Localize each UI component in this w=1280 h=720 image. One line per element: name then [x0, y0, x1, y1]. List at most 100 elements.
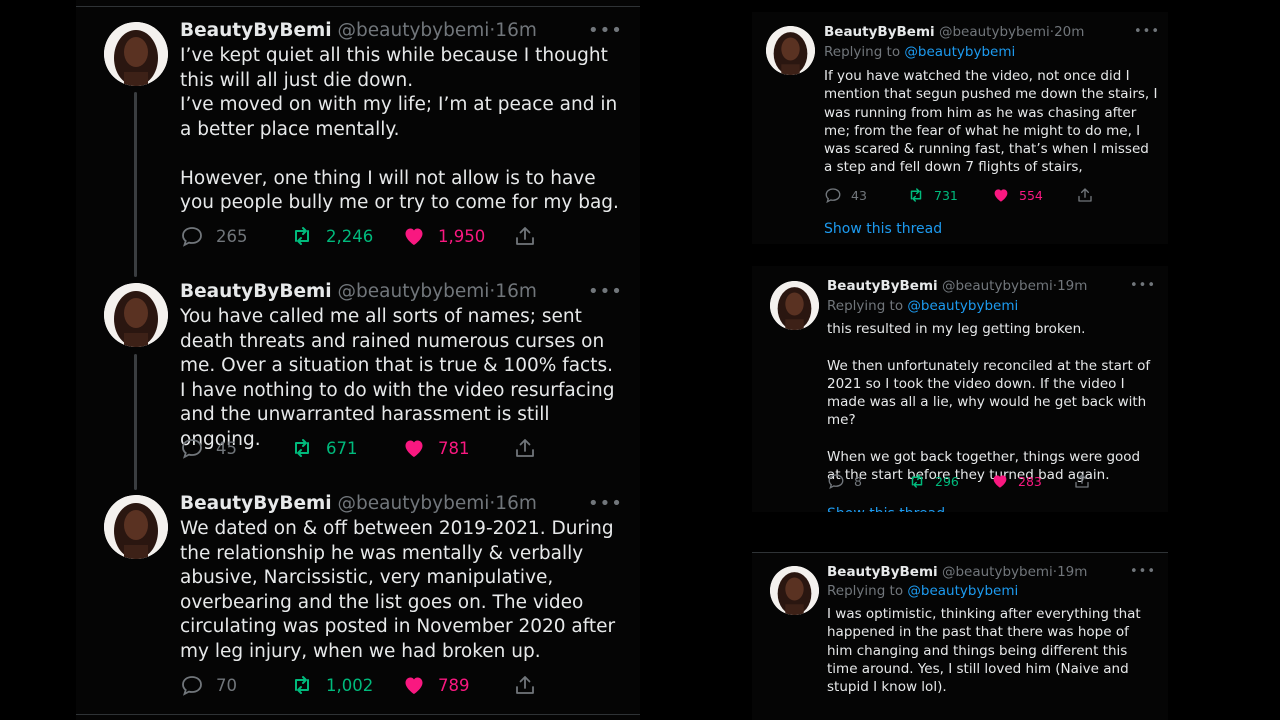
reply-button[interactable]: 43 — [824, 186, 867, 204]
replying-label: Replying to — [824, 44, 901, 60]
reply-icon — [825, 188, 841, 204]
timestamp[interactable]: 19m — [1057, 278, 1087, 294]
timestamp[interactable]: 16m — [495, 20, 537, 41]
display-name[interactable]: BeautyByBemi — [827, 564, 938, 580]
like-button[interactable]: 789 — [402, 673, 470, 697]
more-icon[interactable]: ••• — [588, 281, 623, 302]
like-count: 789 — [438, 675, 470, 695]
timestamp[interactable]: 16m — [495, 493, 537, 514]
tweet-header: BeautyByBemi @beautybybemi·16m — [180, 280, 537, 304]
tweet-header: BeautyByBemi @beautybybemi·19m — [827, 563, 1087, 581]
display-name[interactable]: BeautyByBemi — [180, 493, 332, 514]
more-icon[interactable]: ••• — [1130, 564, 1156, 579]
display-name[interactable]: BeautyByBemi — [180, 20, 332, 41]
avatar[interactable] — [104, 22, 168, 86]
retweet-icon — [911, 474, 923, 488]
retweet-icon — [295, 227, 309, 245]
replying-to: Replying to @beautybybemi — [824, 44, 1015, 60]
retweet-button[interactable]: 2,246 — [290, 224, 373, 248]
replying-label: Replying to — [827, 583, 904, 599]
avatar[interactable] — [770, 281, 819, 330]
reply-icon — [828, 474, 844, 490]
avatar[interactable] — [104, 495, 168, 559]
mention-link[interactable]: @beautybybemi — [904, 44, 1015, 60]
more-icon[interactable]: ••• — [1134, 24, 1160, 39]
like-button[interactable]: 554 — [992, 186, 1043, 204]
retweet-button[interactable]: 1,002 — [290, 673, 373, 697]
timestamp[interactable]: 16m — [495, 281, 537, 302]
heart-icon — [993, 475, 1007, 488]
user-handle[interactable]: @beautybybemi — [942, 564, 1053, 580]
like-button[interactable]: 283 — [991, 472, 1042, 490]
share-button[interactable] — [513, 436, 537, 460]
replying-to: Replying to @beautybybemi — [827, 298, 1018, 314]
like-count: 554 — [1019, 187, 1043, 203]
share-button[interactable] — [1076, 186, 1094, 204]
user-handle[interactable]: @beautybybemi — [338, 20, 490, 41]
retweet-icon — [295, 676, 309, 694]
show-thread-link[interactable]: Show this thread — [824, 221, 942, 237]
more-icon[interactable]: ••• — [588, 20, 623, 41]
reply-button[interactable]: 265 — [180, 224, 248, 248]
mention-link[interactable]: @beautybybemi — [907, 298, 1018, 314]
mention-link[interactable]: @beautybybemi — [907, 583, 1018, 599]
display-name[interactable]: BeautyByBemi — [827, 278, 938, 294]
more-icon[interactable]: ••• — [1130, 278, 1156, 293]
share-icon — [516, 227, 534, 245]
reply-screenshot-3: BeautyByBemi @beautybybemi·19m ••• Reply… — [752, 553, 1168, 720]
avatar[interactable] — [766, 26, 815, 75]
retweet-button[interactable]: 296 — [908, 472, 959, 490]
tweet-text: If you have watched the video, not once … — [824, 68, 1158, 176]
more-icon[interactable]: ••• — [588, 493, 623, 514]
tweet-text: I was optimistic, thinking after everyth… — [827, 606, 1141, 696]
retweet-icon — [910, 188, 922, 202]
display-name[interactable]: BeautyByBemi — [180, 281, 332, 302]
share-button[interactable] — [513, 673, 537, 697]
reply-screenshot-1: BeautyByBemi @beautybybemi·20m ••• Reply… — [752, 12, 1168, 244]
reply-button[interactable]: 45 — [180, 436, 237, 460]
reply-count: 43 — [851, 187, 867, 203]
avatar[interactable] — [770, 566, 819, 615]
reply-screenshot-2: BeautyByBemi @beautybybemi·19m ••• Reply… — [752, 266, 1168, 512]
tweet-text: this resulted in my leg getting broken. … — [827, 321, 1151, 484]
like-button[interactable]: 1,950 — [402, 224, 485, 248]
thread-connector — [134, 354, 137, 490]
reply-count: 45 — [216, 438, 237, 458]
avatar[interactable] — [104, 283, 168, 347]
timestamp[interactable]: 19m — [1057, 564, 1087, 580]
user-handle[interactable]: @beautybybemi — [338, 493, 490, 514]
like-count: 283 — [1018, 473, 1042, 489]
user-handle[interactable]: @beautybybemi — [338, 281, 490, 302]
user-handle[interactable]: @beautybybemi — [939, 24, 1050, 40]
heart-icon — [405, 440, 423, 457]
retweet-button[interactable]: 731 — [907, 186, 958, 204]
heart-icon — [405, 677, 423, 694]
left-thread-screenshot: BeautyByBemi @beautybybemi·16m ••• I’ve … — [76, 0, 640, 720]
tweet-header: BeautyByBemi @beautybybemi·16m — [180, 492, 537, 516]
reply-count: 8 — [854, 473, 862, 489]
tweet-text: We dated on & off between 2019-2021. Dur… — [180, 518, 616, 662]
user-handle[interactable]: @beautybybemi — [942, 278, 1053, 294]
heart-icon — [405, 228, 423, 245]
retweet-button[interactable]: 671 — [290, 436, 358, 460]
thread-connector — [134, 92, 137, 277]
retweet-count: 731 — [934, 187, 958, 203]
show-thread-link[interactable]: Show this thread — [827, 506, 945, 512]
retweet-count: 671 — [326, 438, 358, 458]
tweet-header: BeautyByBemi @beautybybemi·19m — [827, 277, 1087, 295]
reply-icon — [182, 439, 202, 459]
heart-icon — [994, 189, 1008, 202]
retweet-count: 1,002 — [326, 675, 374, 695]
reply-button[interactable]: 70 — [180, 673, 237, 697]
like-button[interactable]: 781 — [402, 436, 470, 460]
timestamp[interactable]: 20m — [1054, 24, 1084, 40]
retweet-count: 296 — [935, 473, 959, 489]
share-button[interactable] — [513, 224, 537, 248]
reply-count: 70 — [216, 675, 237, 695]
share-button[interactable] — [1073, 472, 1091, 490]
like-count: 781 — [438, 438, 470, 458]
reply-button[interactable]: 8 — [827, 472, 862, 490]
divider — [76, 6, 640, 7]
like-count: 1,950 — [438, 226, 486, 246]
display-name[interactable]: BeautyByBemi — [824, 24, 935, 40]
